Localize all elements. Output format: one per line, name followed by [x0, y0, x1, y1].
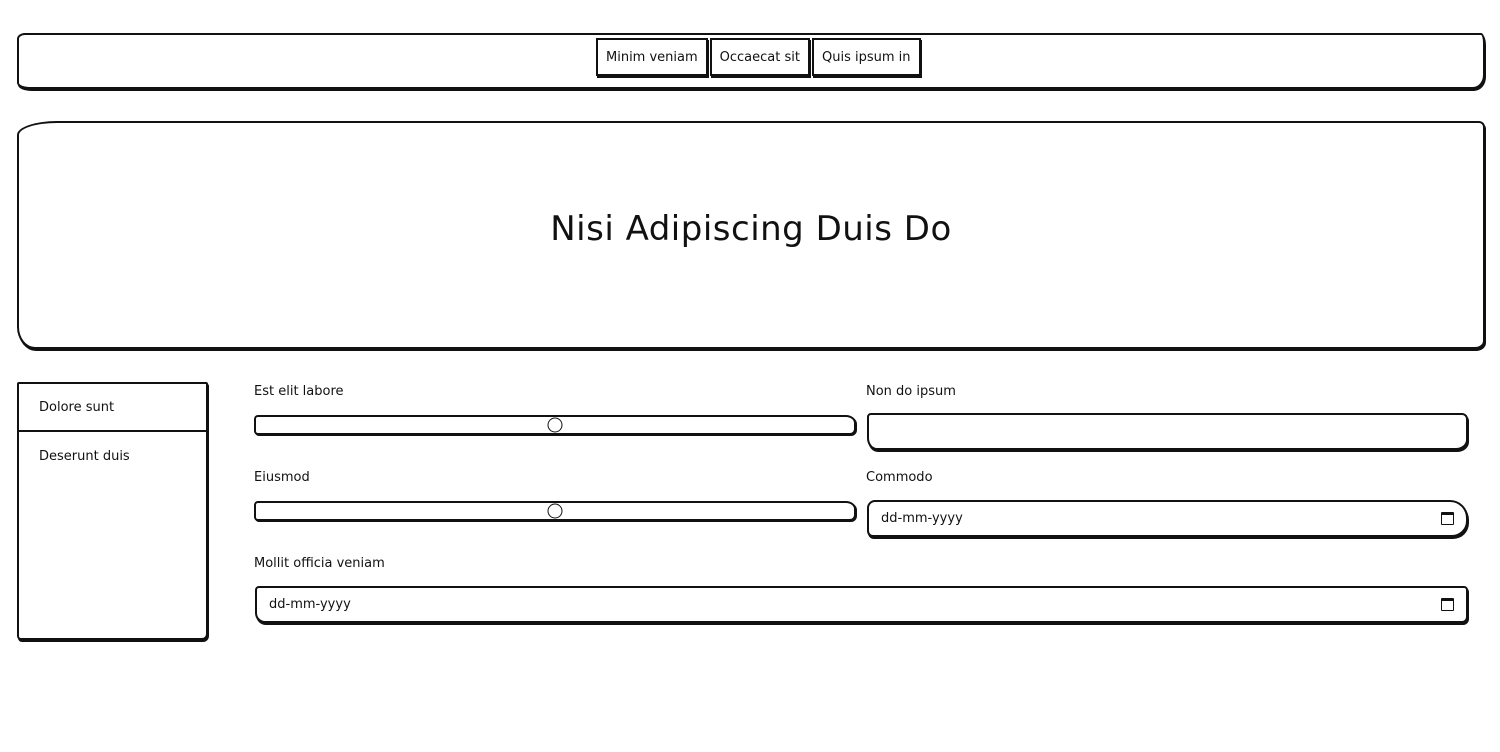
slider-label-est-elit-labore: Est elit labore [254, 384, 344, 399]
nav-link-minim-veniam[interactable]: Minim veniam [596, 38, 708, 76]
date-label-mollit-officia-veniam: Mollit officia veniam [254, 556, 385, 571]
nav-link-occaecat-sit[interactable]: Occaecat sit [709, 38, 810, 76]
sidebar-item-dolore-sunt[interactable]: Dolore sunt [19, 384, 206, 432]
eiusmod-slider[interactable] [254, 501, 856, 521]
calendar-icon[interactable] [1441, 598, 1454, 611]
date-placeholder: dd-mm-yyyy [881, 511, 963, 526]
slider-label-eiusmod: Eiusmod [254, 470, 310, 485]
slider-thumb[interactable] [547, 417, 563, 433]
date-label-commodo: Commodo [866, 470, 933, 485]
sidebar: Dolore sunt Deserunt duis [17, 382, 208, 640]
nav-links: Minim veniam Occaecat sit Quis ipsum in [596, 38, 923, 80]
hero-banner: Nisi Adipiscing Duis Do [17, 121, 1485, 349]
calendar-icon[interactable] [1441, 512, 1454, 525]
date-placeholder: dd-mm-yyyy [269, 597, 351, 612]
nav-link-quis-ipsum-in[interactable]: Quis ipsum in [811, 38, 921, 76]
sidebar-item-deserunt-duis[interactable]: Deserunt duis [19, 432, 206, 480]
est-elit-labore-slider[interactable] [254, 415, 856, 435]
slider-thumb[interactable] [547, 503, 563, 519]
input-label-non-do-ipsum: Non do ipsum [866, 384, 956, 399]
non-do-ipsum-input[interactable] [867, 413, 1468, 450]
hero-title: Nisi Adipiscing Duis Do [550, 209, 952, 249]
mollit-officia-veniam-date-input[interactable]: dd-mm-yyyy [255, 586, 1468, 623]
commodo-date-input[interactable]: dd-mm-yyyy [867, 500, 1468, 537]
